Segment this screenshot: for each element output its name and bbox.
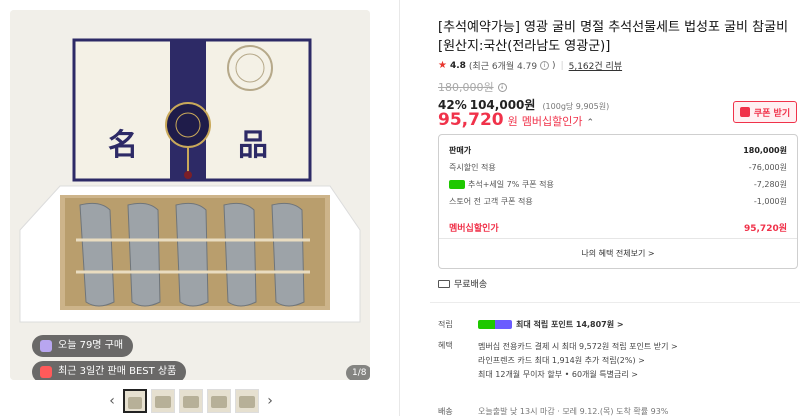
coupon-download-button[interactable]: 쿠폰 받기 [733, 101, 797, 123]
price-row-value: 180,000원 [743, 146, 787, 155]
thumbnail-1[interactable] [123, 389, 147, 413]
price-row-list-price: 판매가 180,000원 [449, 145, 787, 156]
rating-row: ★ 4.8 (최근 6개월 4.79 i) | 5,162건 리뷰 [438, 59, 623, 72]
points-link[interactable]: 최대 적립 포인트 14,807원 > [478, 319, 624, 330]
svg-text:品: 品 [238, 128, 268, 163]
coupon-icon [739, 107, 750, 117]
info-icon[interactable]: i [540, 61, 550, 70]
delivery-row: 배송 오늘출발 낮 13시 마감 · 모레 9.12.(목) 도착 확률 93% [438, 406, 668, 416]
delivery-label: 배송 [438, 407, 453, 416]
original-price-text: 180,000원 [438, 81, 494, 94]
shipping-info: 무료배송 [438, 277, 487, 290]
price-row-member: 멤버십할인가 95,720원 [449, 221, 787, 234]
price-row-store-coupon: 스토어 전 고객 쿠폰 적용 -1,000원 [449, 196, 787, 207]
view-all-benefits-link[interactable]: 나의 혜택 전체보기 > [439, 248, 797, 259]
original-price: 180,000원 i [438, 79, 507, 95]
best-seller-text: 최근 3일간 판매 BEST 상품 [58, 366, 177, 377]
today-purchase-badge: 오늘 79명 구매 [32, 335, 134, 357]
price-row-label: 추석+세일 7% 쿠폰 적용 [468, 180, 554, 189]
info-icon[interactable]: i [497, 82, 507, 92]
member-price-unit: 원 [507, 115, 518, 128]
naver-plus-icon [478, 320, 512, 329]
truck-icon [438, 279, 450, 288]
cart-icon [40, 340, 52, 352]
benefit-item[interactable]: 최대 12개월 무이자 할부 • 60개월 특별금리 > [478, 368, 678, 382]
price-row-value: -7,280원 [753, 180, 787, 189]
price-row-value: -1,000원 [753, 197, 787, 206]
delivery-text: 오늘출발 낮 13시 마감 · 모레 9.12.(목) 도착 확률 93% [478, 407, 669, 416]
price-row-label: 판매가 [449, 146, 472, 155]
divider [439, 238, 797, 239]
shipping-label: 무료배송 [454, 280, 488, 290]
price-row-label: 멤버십할인가 [449, 224, 499, 234]
chevron-left-icon[interactable]: ‹ [105, 389, 119, 413]
price-row-value: -76,000원 [748, 163, 787, 172]
thumbnail-3[interactable] [179, 389, 203, 413]
benefit-item[interactable]: 라인프렌즈 카드 최대 1,914원 추가 적립(2%) > [478, 354, 678, 368]
product-gallery: 名 品 오늘 79명 구매 최근 3일간 판매 BEST 상품 1/8 ‹ › [0, 0, 400, 416]
member-price: 95,720 [438, 110, 504, 130]
svg-text:名: 名 [108, 128, 138, 163]
thumbnail-strip: ‹ › [105, 389, 277, 413]
chevron-right-icon[interactable]: › [263, 389, 277, 413]
divider [430, 302, 800, 303]
price-row-value: 95,720원 [743, 224, 787, 234]
price-row-label: 즉시할인 적용 [449, 163, 496, 172]
coupon-button-label: 쿠폰 받기 [753, 108, 791, 119]
thumbnail-4[interactable] [207, 389, 231, 413]
gulbi-gift-box-illustration: 名 品 [10, 10, 370, 380]
benefits-row: 혜택 멤버십 전용카드 결제 시 최대 9,572원 적립 포인트 받기 > 라… [438, 340, 678, 382]
price-row-instant-discount: 즉시할인 적용 -76,000원 [449, 162, 787, 173]
member-price-label: 멤버십할인가 [521, 115, 583, 128]
product-main-image[interactable]: 名 品 오늘 79명 구매 최근 3일간 판매 BEST 상품 1/8 [10, 10, 370, 380]
chevron-up-icon[interactable]: ⌃ [586, 118, 594, 128]
benefit-item[interactable]: 멤버십 전용카드 결제 시 최대 9,572원 적립 포인트 받기 > [478, 340, 678, 354]
today-purchase-text: 오늘 79명 구매 [58, 340, 124, 351]
member-price-row[interactable]: 95,720 원 멤버십할인가 ⌃ [438, 110, 594, 130]
points-label: 적립 [438, 320, 453, 329]
benefits-label: 혜택 [438, 341, 453, 350]
best-seller-badge: 최근 3일간 판매 BEST 상품 [32, 361, 187, 380]
product-title: [추석예약가능] 영광 굴비 명절 추석선물세트 법성포 굴비 참굴비 [원산지… [438, 20, 789, 54]
points-text: 최대 적립 포인트 14,807원 > [516, 320, 624, 329]
price-row-label: 스토어 전 고객 쿠폰 적용 [449, 197, 533, 206]
divider: | [560, 60, 564, 71]
thumbnail-5[interactable] [235, 389, 259, 413]
price-row-label-wrap: 추석+세일 7% 쿠폰 적용 [449, 179, 554, 190]
benefits-list: 멤버십 전용카드 결제 시 최대 9,572원 적립 포인트 받기 > 라인프렌… [478, 340, 678, 382]
points-row: 적립 최대 적립 포인트 14,807원 > [438, 319, 624, 330]
thumbnail-2[interactable] [151, 389, 175, 413]
rating-detail: (최근 6개월 4.79 [468, 62, 538, 72]
trophy-icon [40, 366, 52, 378]
star-icon: ★ [438, 60, 447, 71]
price-row-coupon: 추석+세일 7% 쿠폰 적용 -7,280원 [449, 179, 787, 190]
price-breakdown-box: 판매가 180,000원 즉시할인 적용 -76,000원 추석+세일 7% 쿠… [438, 134, 798, 269]
product-details: [추석예약가능] 영광 굴비 명절 추석선물세트 법성포 굴비 참굴비 [원산지… [430, 0, 800, 416]
image-page-counter: 1/8 [346, 365, 370, 380]
naver-pay-icon [449, 180, 465, 189]
rating-value: 4.8 [449, 60, 466, 71]
reviews-link[interactable]: 5,162건 리뷰 [569, 59, 622, 72]
